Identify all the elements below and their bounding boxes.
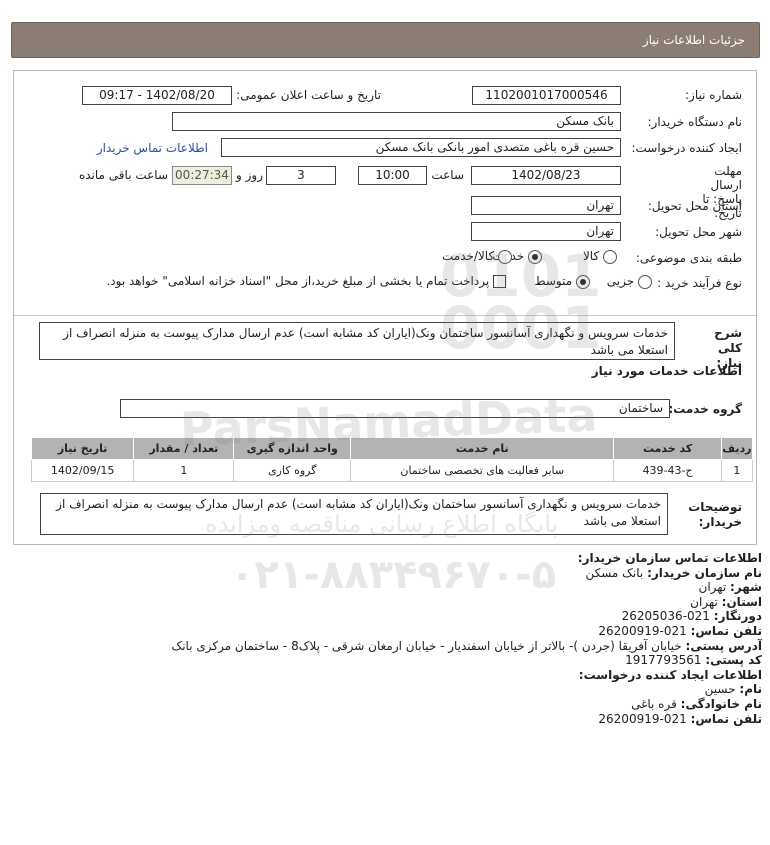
category-label: طبقه بندی موضوعی:	[635, 251, 742, 265]
column-header-quantity: تعداد / مقدار	[133, 437, 235, 460]
creator-phone-value: 021-26200919	[598, 711, 687, 726]
column-header-service-code: کد خدمت	[613, 437, 722, 460]
cell-service-code: ج-43-439	[613, 459, 722, 482]
creator-name-value: حسین	[704, 682, 736, 697]
payment-checkbox[interactable]	[493, 275, 506, 288]
process-minor-radio[interactable]	[638, 274, 652, 289]
column-header-unit: واحد اندازه گیری	[233, 437, 352, 460]
services-table-header: ردیف کد خدمت نام خدمت واحد اندازه گیری ت…	[30, 437, 754, 460]
creator-field[interactable]: حسین قره باغی متصدی امور بانکی بانک مسکن	[221, 138, 621, 157]
service-group-field[interactable]: ساختمان	[120, 399, 670, 418]
column-header-row-number: ردیف	[720, 437, 754, 460]
creator-family-value: قره باغی	[631, 696, 677, 711]
process-option-minor[interactable]: جزیی	[607, 274, 652, 289]
buyer-org-field[interactable]: بانک مسکن	[172, 112, 621, 131]
need-description-section: شرح کلی نیاز: خدمات سرویس و نگهداری آسان…	[14, 315, 756, 370]
process-minor-label: جزیی	[606, 274, 635, 288]
address-value: خیابان آفریقا (جردن )- بالاتر از خیابان …	[171, 638, 682, 653]
process-medium-label: متوسط	[534, 274, 573, 288]
city-label: شهر محل تحویل:	[655, 225, 742, 239]
need-number-field[interactable]: 1102001017000546	[472, 86, 621, 105]
need-description-box: خدمات سرویس و نگهداری آسانسور ساختمان ون…	[39, 322, 675, 360]
cell-row-number: 1	[720, 459, 754, 482]
contact-info: اطلاعات تماس سازمان خریدار: نام سازمان خ…	[12, 551, 762, 726]
org-label: نام سازمان خریدار:	[647, 565, 762, 580]
column-header-service-name: نام خدمت	[350, 437, 615, 460]
deadline-time-field[interactable]: 10:00	[358, 166, 427, 185]
province-label: استان محل تحویل:	[647, 199, 742, 213]
payment-note: پرداخت تمام یا بخشی از مبلغ خرید،از محل …	[106, 274, 490, 288]
postal-value: 1917793561	[625, 653, 702, 668]
process-medium-radio[interactable]	[576, 274, 590, 289]
announce-field[interactable]: 1402/08/20 - 09:17	[82, 86, 232, 105]
phone-value: 021-26200919	[598, 623, 687, 638]
postal-label: کد پستی:	[705, 653, 762, 668]
process-label: نوع فرآیند خرید :	[657, 276, 742, 290]
cell-unit: گروه کاری	[233, 459, 352, 482]
org-value: بانک مسکن	[585, 565, 644, 580]
days-field[interactable]: 3	[266, 166, 336, 185]
column-header-need-date: تاریخ نیاز	[30, 437, 135, 460]
process-option-medium[interactable]: متوسط	[534, 274, 590, 289]
category-service-radio[interactable]	[528, 249, 542, 264]
payment-option[interactable]: پرداخت تمام یا بخشی از مبلغ خرید،از محل …	[106, 274, 506, 288]
remaining-label: ساعت باقی مانده	[78, 168, 168, 182]
hour-label: ساعت	[431, 168, 464, 182]
fax-label: دورنگار:	[713, 609, 762, 624]
creator-info-title: اطلاعات ایجاد کننده درخواست:	[578, 667, 762, 682]
deadline-date-field[interactable]: 1402/08/23	[471, 166, 621, 185]
contact-province-value: تهران	[690, 594, 718, 609]
services-table: ردیف کد خدمت نام خدمت واحد اندازه گیری ت…	[30, 437, 754, 482]
need-number-label: شماره نیاز:	[685, 88, 742, 102]
creator-name-label: نام:	[739, 682, 762, 697]
contact-city-label: شهر:	[730, 580, 762, 595]
page-header: جزئیات اطلاعات نیاز	[11, 22, 760, 58]
category-option-goods[interactable]: کالا	[583, 249, 617, 264]
page-title: جزئیات اطلاعات نیاز	[642, 33, 745, 47]
category-goods-radio[interactable]	[603, 249, 617, 264]
service-group-label: گروه خدمت:	[668, 402, 742, 416]
category-both-radio[interactable]	[498, 249, 512, 264]
contact-province-label: استان:	[721, 594, 762, 609]
city-field[interactable]: تهران	[471, 222, 621, 241]
creator-label: ایجاد کننده درخواست:	[631, 141, 742, 155]
days-label: روز و	[236, 168, 263, 182]
need-details-panel: شماره نیاز: 1102001017000546 تاریخ و ساع…	[13, 70, 757, 545]
address-label: آدرس پستی:	[685, 638, 762, 653]
fax-value: 021-26205036	[621, 609, 710, 624]
phone-label: تلفن تماس:	[690, 623, 762, 638]
contact-city-value: تهران	[698, 580, 727, 595]
cell-need-date: 1402/09/15	[30, 459, 135, 482]
contact-title: اطلاعات تماس سازمان خریدار:	[577, 551, 762, 565]
creator-family-label: نام خانوادگی:	[680, 696, 762, 711]
category-option-both[interactable]: کالا/خدمت	[442, 249, 512, 264]
buyer-contact-link[interactable]: اطلاعات تماس خریدار	[97, 141, 208, 155]
cell-service-name: سایر فعالیت های تخصصی ساختمان	[350, 459, 615, 482]
services-section-title: اطلاعات خدمات مورد نیاز	[591, 364, 742, 378]
buyer-org-label: نام دستگاه خریدار:	[647, 115, 743, 129]
province-field[interactable]: تهران	[471, 196, 621, 215]
buyer-notes-box: خدمات سرویس و نگهداری آسانسور ساختمان ون…	[40, 493, 668, 535]
category-both-label: کالا/خدمت	[441, 249, 495, 263]
category-goods-label: کالا	[582, 249, 600, 263]
table-row: 1 ج-43-439 سایر فعالیت های تخصصی ساختمان…	[30, 459, 754, 482]
cell-quantity: 1	[133, 459, 235, 482]
buyer-notes-label: توضیحات خریدار:	[688, 500, 742, 529]
remaining-time-field: 00:27:34	[172, 166, 232, 185]
creator-phone-label: تلفن تماس:	[690, 711, 762, 726]
announce-label: تاریخ و ساعت اعلان عمومی:	[236, 88, 381, 102]
